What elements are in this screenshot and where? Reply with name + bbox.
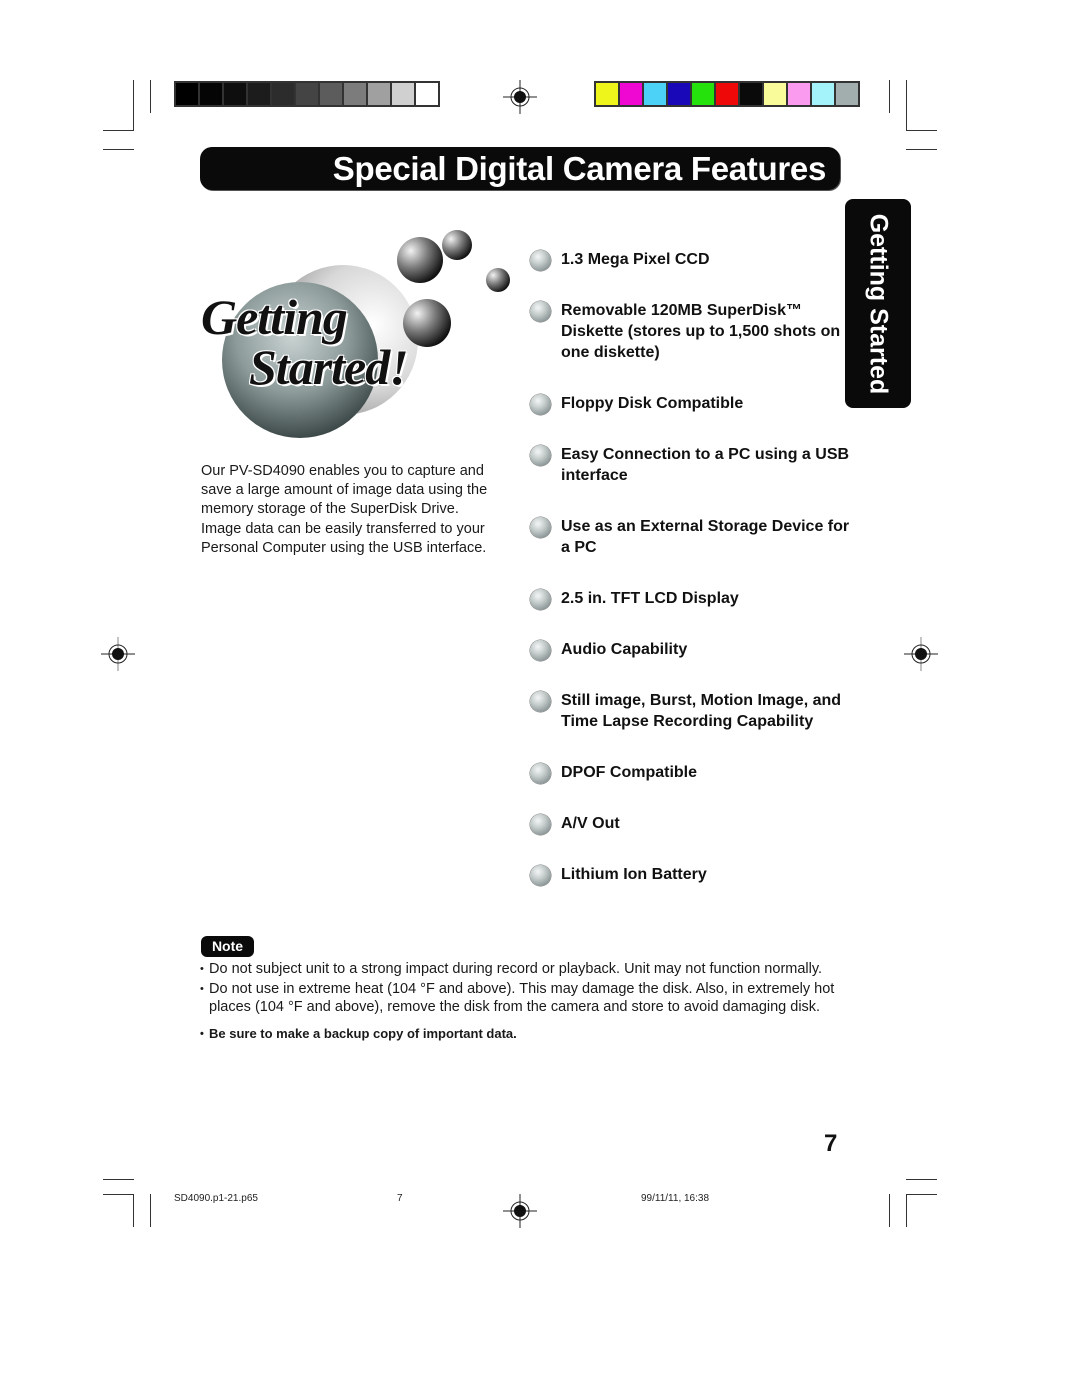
crop-mark bbox=[103, 1179, 134, 1180]
feature-label: Lithium Ion Battery bbox=[561, 866, 707, 883]
crop-mark bbox=[150, 1194, 151, 1227]
grayscale-swatch bbox=[176, 83, 198, 105]
crop-mark bbox=[906, 149, 937, 150]
crop-mark bbox=[103, 130, 134, 131]
feature-item: Lithium Ion Battery bbox=[530, 864, 850, 886]
section-tab: Getting Started bbox=[845, 199, 911, 408]
process-color-swatch bbox=[692, 83, 714, 105]
sphere-bullet-icon bbox=[530, 394, 551, 415]
sphere-bullet-icon bbox=[530, 517, 551, 538]
footer-timestamp: 99/11/11, 16:38 bbox=[641, 1193, 710, 1204]
footer-page: 7 bbox=[397, 1193, 403, 1204]
feature-label: 2.5 in. TFT LCD Display bbox=[561, 590, 739, 607]
title-banner: Special Digital Camera Features bbox=[200, 147, 840, 190]
process-color-swatch bbox=[764, 83, 786, 105]
grayscale-swatch bbox=[200, 83, 222, 105]
footer-filename: SD4090.p1-21.p65 bbox=[174, 1193, 258, 1204]
registration-target-icon bbox=[101, 637, 135, 671]
page-title: Special Digital Camera Features bbox=[332, 150, 827, 187]
feature-item: Audio Capability bbox=[530, 639, 850, 661]
logo-line-started: Started! bbox=[249, 339, 409, 395]
feature-label: DPOF Compatible bbox=[561, 764, 698, 781]
process-color-bar bbox=[594, 81, 860, 107]
registration-target-icon bbox=[904, 637, 938, 671]
process-color-swatch bbox=[644, 83, 666, 105]
crop-mark bbox=[889, 1194, 890, 1227]
note-badge: Note bbox=[201, 936, 254, 957]
crop-mark bbox=[906, 1179, 937, 1180]
features-list: 1.3 Mega Pixel CCD Removable 120MB SuperD… bbox=[530, 249, 850, 886]
sphere-bullet-icon bbox=[530, 589, 551, 610]
getting-started-logo: Getting Started! bbox=[195, 225, 525, 465]
sphere-bullet-icon bbox=[530, 250, 551, 271]
sphere-bullet-icon bbox=[530, 865, 551, 886]
feature-item: A/V Out bbox=[530, 813, 850, 835]
crop-mark bbox=[103, 1194, 134, 1195]
crop-mark bbox=[889, 80, 890, 113]
note-item: Do not subject unit to a strong impact d… bbox=[200, 960, 850, 979]
process-color-swatch bbox=[596, 83, 618, 105]
section-tab-label: Getting Started bbox=[864, 213, 893, 394]
registration-target-icon bbox=[503, 1194, 537, 1228]
crop-mark bbox=[133, 1194, 134, 1227]
grayscale-swatch bbox=[392, 83, 414, 105]
notes-list: Do not subject unit to a strong impact d… bbox=[200, 960, 850, 1044]
feature-label: Still image, Burst, Motion Image, and Ti… bbox=[561, 692, 842, 730]
crop-mark bbox=[906, 80, 907, 130]
grayscale-swatch bbox=[320, 83, 342, 105]
crop-mark bbox=[906, 1194, 907, 1227]
feature-label: A/V Out bbox=[561, 815, 620, 832]
process-color-swatch bbox=[716, 83, 738, 105]
grayscale-swatch bbox=[248, 83, 270, 105]
note-item: Be sure to make a backup copy of importa… bbox=[200, 1025, 850, 1044]
process-color-swatch bbox=[668, 83, 690, 105]
feature-item: 1.3 Mega Pixel CCD bbox=[530, 249, 850, 271]
grayscale-swatch bbox=[368, 83, 390, 105]
page-number: 7 bbox=[824, 1130, 838, 1157]
note-item: Do not use in extreme heat (104 °F and a… bbox=[200, 980, 850, 1017]
feature-label: 1.3 Mega Pixel CCD bbox=[561, 251, 710, 268]
crop-mark bbox=[906, 1194, 937, 1195]
registration-target-icon bbox=[503, 80, 537, 114]
crop-mark bbox=[133, 80, 134, 130]
feature-item: Use as an External Storage Device for a … bbox=[530, 516, 850, 558]
grayscale-swatch bbox=[344, 83, 366, 105]
sphere-bullet-icon bbox=[530, 301, 551, 322]
feature-item: Removable 120MB SuperDisk™ Diskette (sto… bbox=[530, 300, 850, 363]
sphere-bullet-icon bbox=[530, 445, 551, 466]
sphere-bullet-icon bbox=[530, 763, 551, 784]
crop-mark bbox=[906, 130, 937, 131]
sphere-bullet-icon bbox=[530, 691, 551, 712]
grayscale-color-bar bbox=[174, 81, 440, 107]
feature-label: Removable 120MB SuperDisk™ Diskette (sto… bbox=[561, 302, 841, 361]
feature-item: Easy Connection to a PC using a USB inte… bbox=[530, 444, 850, 486]
process-color-swatch bbox=[620, 83, 642, 105]
feature-label: Audio Capability bbox=[561, 641, 688, 658]
grayscale-swatch bbox=[416, 83, 438, 105]
process-color-swatch bbox=[836, 83, 858, 105]
intro-paragraph: Our PV-SD4090 enables you to capture and… bbox=[201, 463, 488, 556]
feature-item: 2.5 in. TFT LCD Display bbox=[530, 588, 850, 610]
crop-mark bbox=[103, 149, 134, 150]
process-color-swatch bbox=[740, 83, 762, 105]
feature-label: Easy Connection to a PC using a USB inte… bbox=[561, 446, 850, 484]
feature-item: Still image, Burst, Motion Image, and Ti… bbox=[530, 690, 850, 732]
grayscale-swatch bbox=[272, 83, 294, 105]
feature-item: DPOF Compatible bbox=[530, 762, 850, 784]
feature-label: Use as an External Storage Device for a … bbox=[561, 518, 850, 556]
grayscale-swatch bbox=[224, 83, 246, 105]
crop-mark bbox=[150, 80, 151, 113]
process-color-swatch bbox=[812, 83, 834, 105]
grayscale-swatch bbox=[296, 83, 318, 105]
sphere-bullet-icon bbox=[530, 640, 551, 661]
feature-label: Floppy Disk Compatible bbox=[561, 395, 744, 412]
feature-item: Floppy Disk Compatible bbox=[530, 393, 850, 415]
sphere-bullet-icon bbox=[530, 814, 551, 835]
process-color-swatch bbox=[788, 83, 810, 105]
